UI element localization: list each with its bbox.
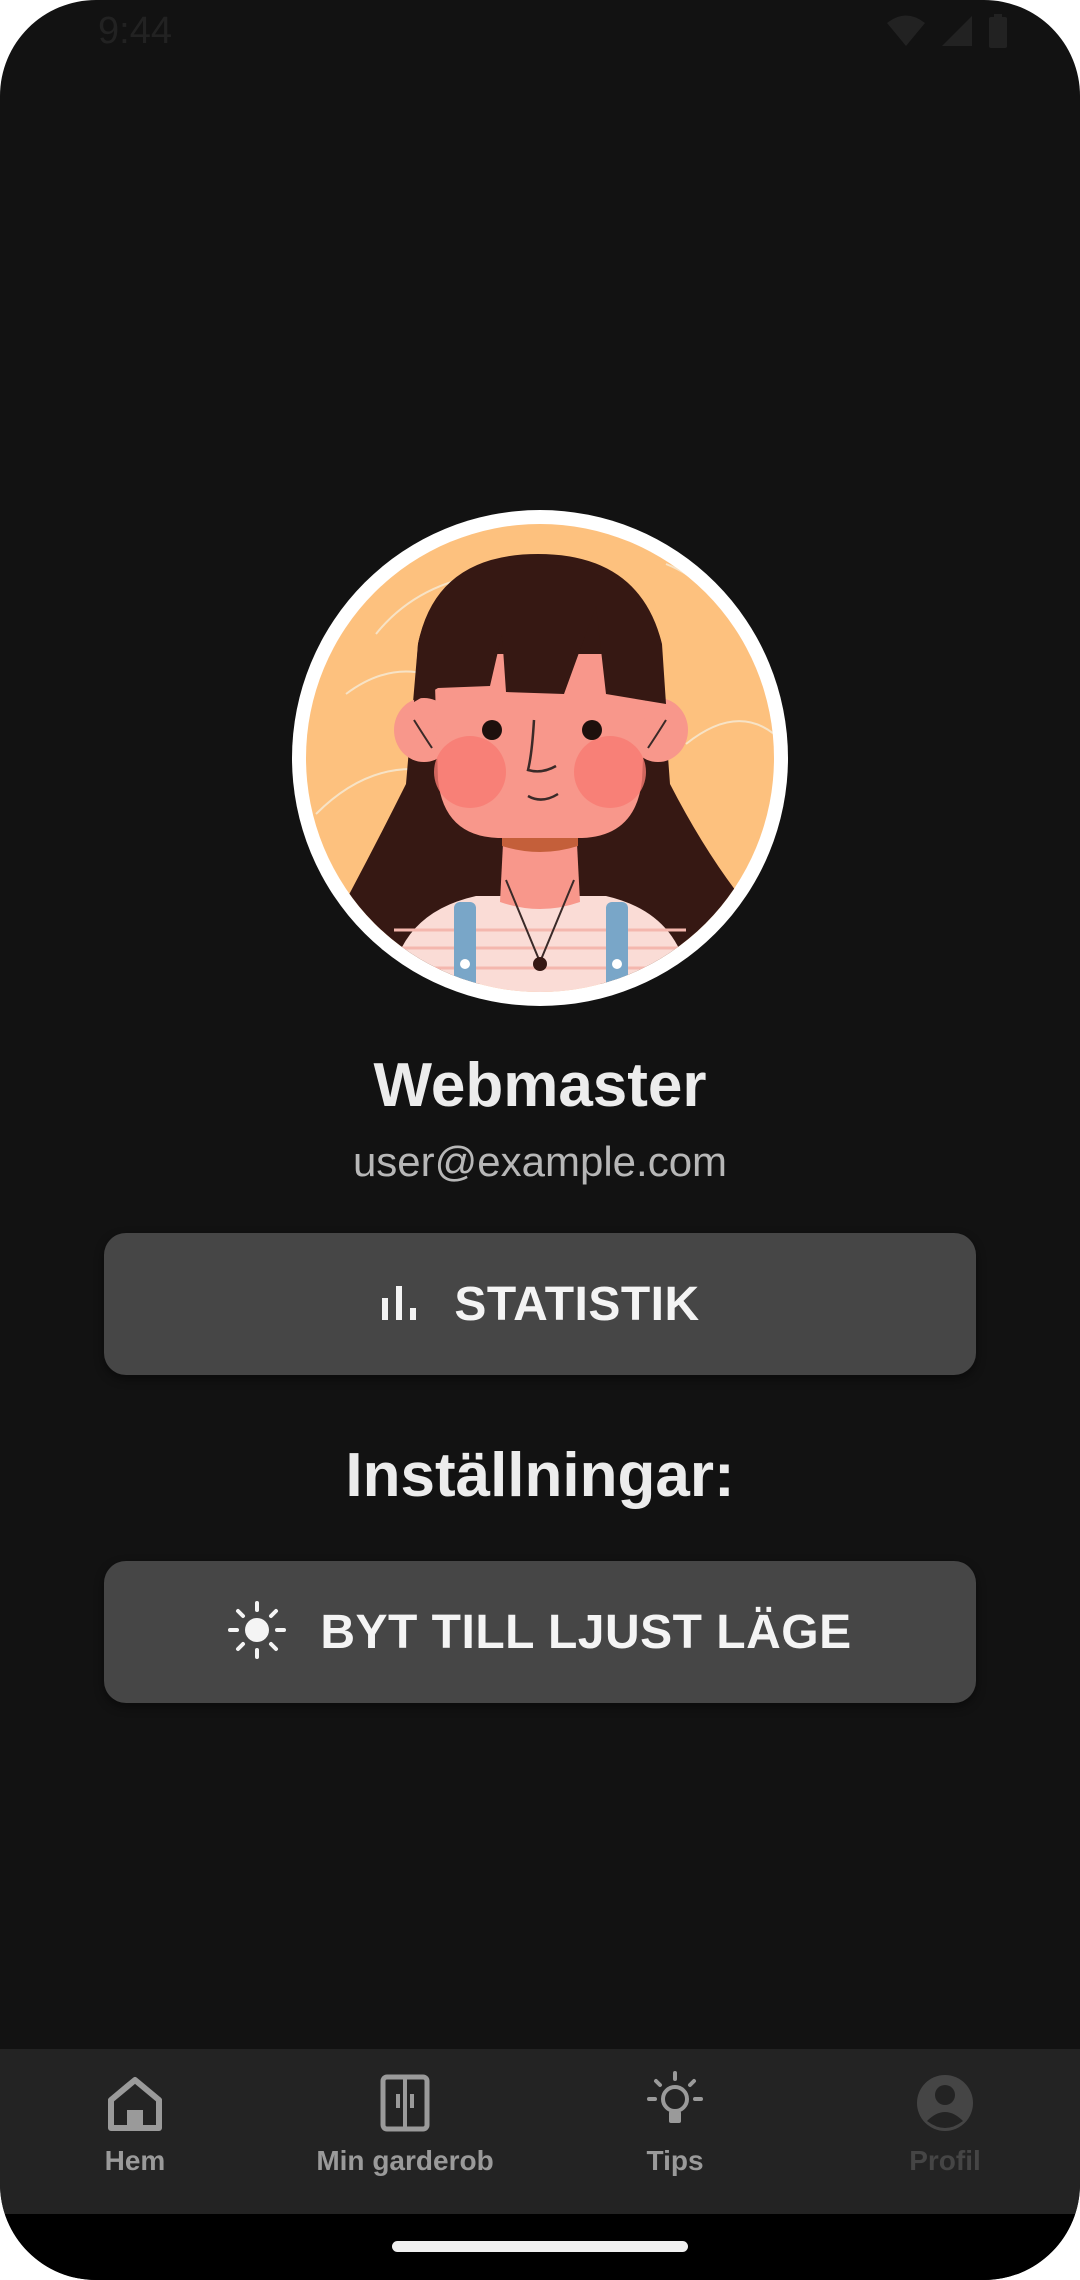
switch-light-mode-button[interactable]: BYT TILL LJUST LÄGE [104,1561,976,1703]
status-bar: 9:44 [0,0,1080,64]
avatar [292,510,788,1006]
sun-icon [228,1600,287,1664]
nav-item-tips[interactable]: Tips [540,2049,810,2214]
home-gesture-handle[interactable] [392,2241,688,2252]
bar-chart-icon [380,1282,420,1327]
wifi-icon [886,14,926,53]
profile-email: user@example.com [352,1138,728,1185]
nav-label-wardrobe: Min garderob [316,2145,494,2176]
nav-item-home[interactable]: Hem [0,2049,270,2214]
settings-heading: Inställningar: [345,1441,735,1510]
nav-label-home: Hem [104,2145,166,2176]
home-icon [103,2071,167,2135]
nav-label-tips: Tips [646,2145,704,2176]
wardrobe-icon [373,2071,437,2135]
bottom-navigation: Hem Min garderob Tips Profil [0,2049,1080,2214]
signal-icon [940,14,974,53]
nav-label-profile: Profil [909,2145,981,2176]
status-icons [886,14,1008,53]
statistics-button[interactable]: STATISTIK [104,1233,976,1375]
profile-name: Webmaster [373,1051,707,1120]
app-screen: 9:44 Webmaster user@example.com STATISTI… [0,0,1080,2280]
avatar-illustration [306,524,774,992]
account-circle-icon [913,2071,977,2135]
statistics-button-label: STATISTIK [454,1277,700,1331]
battery-icon [988,14,1008,53]
nav-item-profile[interactable]: Profil [810,2049,1080,2214]
lightbulb-icon [643,2071,707,2135]
nav-item-wardrobe[interactable]: Min garderob [270,2049,540,2214]
switch-light-mode-label: BYT TILL LJUST LÄGE [320,1605,852,1659]
status-time: 9:44 [98,10,172,52]
